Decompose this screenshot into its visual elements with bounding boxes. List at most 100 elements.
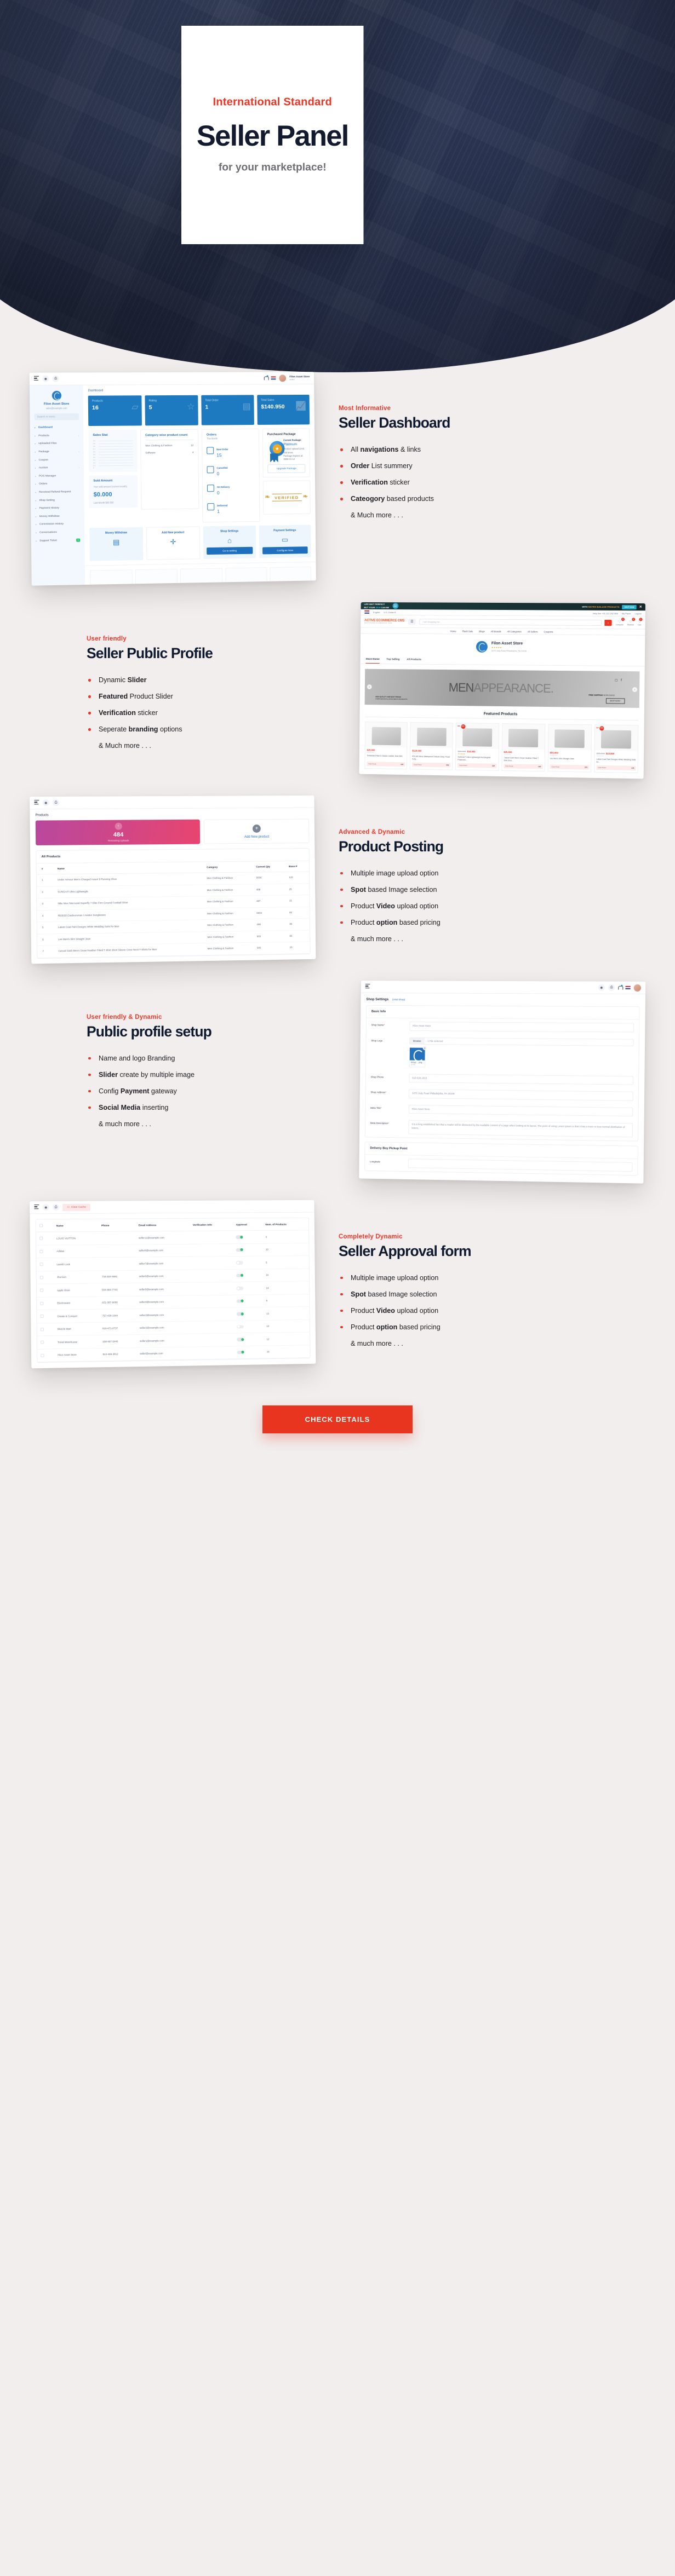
approval-toggle[interactable] — [237, 1337, 244, 1341]
sidebar-item-orders[interactable]: ▪ Orders — [31, 480, 84, 488]
nav-item-all-categories[interactable]: All Categories — [507, 630, 522, 633]
field-input[interactable]: Filon Asset Store — [408, 1104, 633, 1117]
seller-approval-cell[interactable] — [233, 1243, 263, 1257]
quick-action-payment-settings[interactable]: Payment Settings ▭ Configure Now — [259, 525, 311, 558]
row-checkbox[interactable] — [41, 1340, 44, 1344]
row-checkbox[interactable] — [39, 1262, 43, 1266]
row-select-cell[interactable] — [36, 1244, 54, 1258]
row-select-cell[interactable] — [36, 1231, 53, 1245]
language-selector[interactable]: English — [373, 610, 380, 613]
seller-approval-cell[interactable] — [233, 1307, 264, 1321]
longitude-input[interactable] — [408, 1159, 633, 1172]
approval-toggle[interactable] — [236, 1248, 244, 1252]
approval-toggle[interactable] — [237, 1350, 244, 1354]
notification-bell-icon[interactable] — [618, 984, 623, 989]
search-icon[interactable]: ⌕ — [604, 619, 612, 626]
sidebar-item-coupon[interactable]: ▪ Coupon — [30, 456, 84, 464]
sidebar-item-support-ticket[interactable]: ▪ Support Ticket 0 — [31, 536, 85, 545]
product-card[interactable]: OFF 32% $35.000 $23.800 ★★★★★ Latest Coat Pan… — [594, 724, 639, 774]
globe-icon[interactable]: ◉ — [42, 375, 49, 382]
seller-approval-cell[interactable] — [233, 1332, 264, 1346]
product-thumb[interactable] — [135, 569, 178, 586]
approval-toggle[interactable] — [237, 1324, 244, 1328]
quick-action-button[interactable]: Configure Now — [262, 546, 308, 555]
sidebar-item-money-withdraw[interactable]: ▪ Money Withdraw — [31, 512, 84, 521]
row-checkbox[interactable] — [41, 1353, 44, 1357]
add-new-product-card[interactable]: + Add New product — [204, 819, 310, 844]
currency-selector[interactable]: U.S. Dollar $ — [384, 610, 396, 613]
seller-approval-cell[interactable] — [234, 1345, 264, 1359]
row-select-cell[interactable] — [37, 1309, 54, 1323]
field-input[interactable]: 3475 Jody Road Philadelphia, PA 19108 — [409, 1088, 633, 1101]
browse-button[interactable]: Browse — [410, 1037, 425, 1044]
globe-icon[interactable]: ◉ — [42, 1203, 49, 1211]
file-upload-control[interactable]: Browse 1 File selected ✕ Group ....png 10 KB — [409, 1036, 634, 1069]
search-input[interactable]: I am shopping for... — [419, 618, 602, 626]
table-row[interactable]: LOUIS VUITTON seller11@example.com 4 — [36, 1230, 309, 1245]
flag-icon[interactable] — [271, 376, 276, 380]
sidebar-item-shop-setting[interactable]: ▪ Shop Setting — [31, 496, 84, 505]
select-all-header[interactable] — [36, 1219, 53, 1232]
clear-cache-button[interactable]: ▭ Clear Cache — [62, 1203, 91, 1211]
quick-action-money-withdraw[interactable]: Money Withdraw ▤ — [89, 527, 144, 561]
nav-item-flash-sale[interactable]: Flash Sale — [462, 630, 473, 632]
approval-toggle[interactable] — [236, 1260, 244, 1265]
avatar[interactable] — [279, 374, 287, 382]
quick-action-button[interactable]: Go to setting — [207, 547, 253, 555]
product-card[interactable]: $25.000 ★★★★★ Timberland Men's Classic Lea… — [364, 722, 408, 770]
select-all-checkbox[interactable] — [39, 1224, 43, 1228]
nav-item-blogs[interactable]: Blogs — [479, 630, 484, 632]
print-icon[interactable]: ⎙ — [52, 1203, 60, 1211]
row-select-cell[interactable] — [36, 1270, 54, 1284]
hamburger-icon[interactable] — [33, 376, 39, 382]
notification-bell-icon[interactable] — [264, 375, 268, 380]
row-checkbox[interactable] — [40, 1288, 44, 1292]
sidebar-item-dashboard[interactable]: ▪ Dashboard — [30, 424, 84, 432]
sidebar-item-payment-history[interactable]: ▪ Payment History — [31, 504, 84, 512]
globe-icon[interactable]: ◉ — [42, 799, 49, 806]
globe-icon[interactable]: ◉ — [598, 984, 605, 991]
print-icon[interactable]: ⎙ — [608, 984, 615, 991]
row-checkbox[interactable] — [39, 1249, 43, 1253]
my-panel-link[interactable]: My Panel — [622, 612, 631, 615]
row-select-cell[interactable] — [36, 1257, 54, 1271]
product-thumb[interactable] — [225, 567, 267, 586]
field-input[interactable]: 610-528-1815 — [409, 1073, 634, 1085]
store-tab-all-products[interactable]: All Products — [407, 658, 421, 664]
product-card[interactable]: OFF 44% $25.000 $14.000 ★★★★★ SUNGAIT Ultra L… — [455, 723, 499, 771]
sidebar-item-auction[interactable]: ▪ Auction › — [30, 464, 84, 472]
brand-logo[interactable]: ACTIVE ECOMMERCE CMS BEST RATED ECOMMERC… — [364, 619, 404, 624]
nav-item-all-brands[interactable]: All Brands — [491, 630, 501, 632]
field-input[interactable]: Filon Asset Store — [409, 1021, 634, 1032]
remove-file-icon[interactable]: ✕ — [422, 1045, 427, 1050]
sidebar-item-received-refund-request[interactable]: ▪ Received Refund Request — [31, 488, 84, 497]
quick-action-add-new-product[interactable]: Add New product ✛ — [146, 526, 201, 561]
mini-compare[interactable]: ♡ 0 Compare — [616, 617, 625, 626]
mini-cart[interactable]: ♡ 0 Cart — [638, 617, 643, 626]
seller-approval-cell[interactable] — [232, 1230, 262, 1243]
nav-item-coupons[interactable]: Coupons — [544, 630, 553, 633]
row-checkbox[interactable] — [40, 1327, 44, 1331]
visit-shop-link[interactable]: (Visit Shop) — [392, 998, 405, 1001]
row-select-cell[interactable] — [37, 1348, 55, 1362]
slider-next-button[interactable]: › — [632, 687, 638, 693]
slider-prev-button[interactable]: ‹ — [367, 684, 372, 690]
flag-icon[interactable] — [625, 986, 631, 989]
row-checkbox[interactable] — [40, 1301, 44, 1305]
hamburger-icon[interactable] — [34, 800, 39, 805]
field-input[interactable]: It is a long established fact that a rea… — [408, 1120, 633, 1138]
store-tab-store-home[interactable]: Store Home — [365, 657, 380, 664]
seller-approval-cell[interactable] — [233, 1255, 263, 1269]
row-checkbox[interactable] — [39, 1236, 43, 1240]
quick-action-shop-settings[interactable]: Shop Settings ⌂ Go to setting — [203, 526, 256, 560]
slide-shop-now-button[interactable]: SHOP NOW › — [605, 698, 625, 704]
row-select-cell[interactable] — [36, 1283, 54, 1297]
print-icon[interactable]: ⎙ — [52, 799, 60, 806]
seller-approval-cell[interactable] — [233, 1294, 264, 1307]
product-thumb[interactable] — [270, 567, 312, 586]
sidebar-item-package[interactable]: ▪ Package › — [30, 448, 84, 457]
approval-toggle[interactable] — [237, 1299, 244, 1303]
row-checkbox[interactable] — [39, 1275, 44, 1279]
sidebar-item-commission-history[interactable]: ▪ Commission History — [31, 520, 85, 529]
product-card[interactable]: $110.000 ★★★★★ POLAR Mens Waterproof Outso… — [409, 722, 454, 770]
